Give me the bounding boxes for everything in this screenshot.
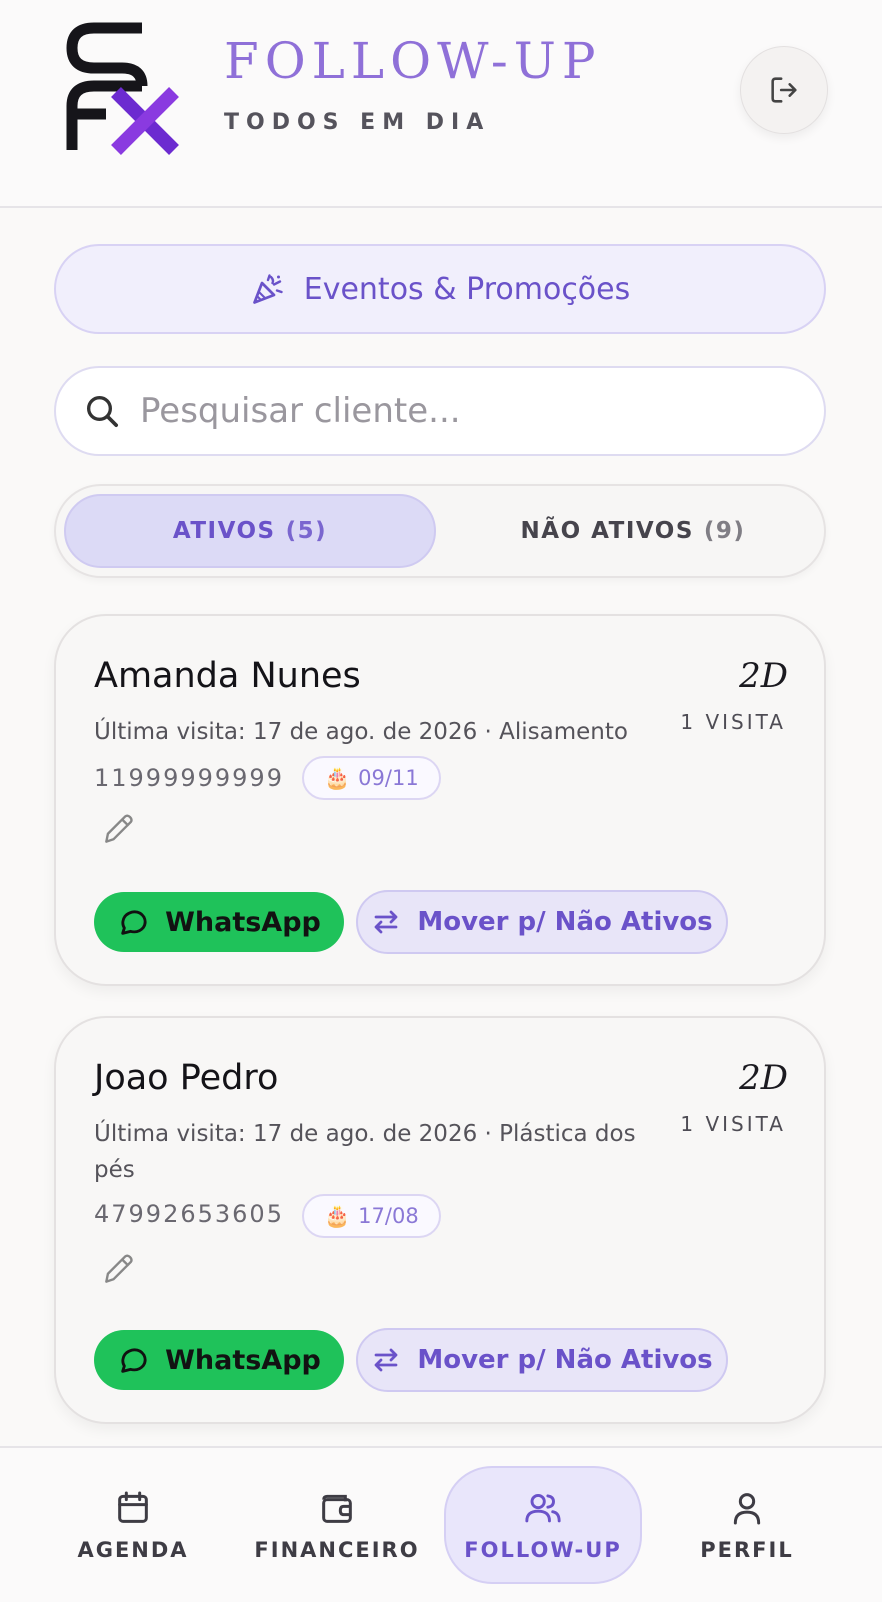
cake-icon: 🎂 bbox=[324, 765, 351, 790]
move-to-inactive-button[interactable]: Mover p/ Não Ativos bbox=[356, 1328, 728, 1392]
client-name: Amanda Nunes bbox=[94, 656, 361, 696]
edit-pencil-icon[interactable] bbox=[100, 810, 138, 848]
whatsapp-label: WhatsApp bbox=[165, 906, 321, 938]
sfx-logo-icon bbox=[66, 22, 179, 155]
move-label: Mover p/ Não Ativos bbox=[417, 907, 713, 937]
client-card: Joao Pedro 2D 1 VISITA Última visita: 17… bbox=[54, 1016, 826, 1424]
tab-nao-ativos-label: NÃO ATIVOS bbox=[520, 518, 694, 544]
birthday-date: 09/11 bbox=[358, 766, 419, 790]
days-since-visit: 2D bbox=[739, 1058, 788, 1098]
logout-button[interactable] bbox=[740, 46, 828, 134]
move-label: Mover p/ Não Ativos bbox=[417, 1345, 713, 1375]
nav-perfil[interactable]: PERFIL bbox=[652, 1466, 842, 1584]
nav-financeiro-label: FINANCEIRO bbox=[254, 1538, 420, 1562]
brand-logo bbox=[66, 22, 186, 156]
whatsapp-button[interactable]: WhatsApp bbox=[94, 1330, 344, 1390]
bottom-navigation: AGENDA FINANCEIRO FOLLOW-UP PERFIL bbox=[0, 1446, 882, 1602]
party-popper-icon bbox=[252, 274, 283, 304]
visit-count: 1 VISITA bbox=[680, 710, 786, 734]
search-input[interactable] bbox=[138, 390, 762, 432]
wallet-icon bbox=[322, 1494, 352, 1523]
cake-icon: 🎂 bbox=[324, 1203, 351, 1228]
whatsapp-icon bbox=[121, 910, 147, 935]
app-title: FOLLOW-UP bbox=[224, 32, 602, 90]
nav-agenda-label: AGENDA bbox=[77, 1538, 189, 1562]
days-since-visit: 2D bbox=[739, 656, 788, 696]
birthday-badge: 🎂 17/08 bbox=[302, 1194, 441, 1238]
client-name: Joao Pedro bbox=[94, 1058, 279, 1098]
user-icon bbox=[733, 1493, 761, 1525]
events-promotions-label: Eventos & Promoções bbox=[303, 271, 631, 307]
nav-perfil-label: PERFIL bbox=[700, 1538, 794, 1562]
swap-arrows-icon bbox=[374, 1348, 398, 1372]
app-subtitle: TODOS EM DIA bbox=[224, 110, 491, 135]
tab-ativos-count: (5) bbox=[285, 518, 328, 544]
visit-count: 1 VISITA bbox=[680, 1112, 786, 1136]
client-phone: 47992653605 bbox=[94, 1200, 284, 1228]
calendar-icon bbox=[118, 1491, 148, 1523]
edit-pencil-icon[interactable] bbox=[100, 1250, 138, 1288]
tab-nao-ativos-count: (9) bbox=[703, 518, 746, 544]
app-header: FOLLOW-UP TODOS EM DIA bbox=[0, 0, 882, 208]
move-to-inactive-button[interactable]: Mover p/ Não Ativos bbox=[356, 890, 728, 954]
search-icon bbox=[87, 396, 118, 427]
last-visit-text: Última visita: 17 de ago. de 2026 · Plás… bbox=[94, 1121, 636, 1183]
whatsapp-icon bbox=[121, 1348, 147, 1373]
tab-nao-ativos[interactable]: NÃO ATIVOS (9) bbox=[448, 494, 818, 568]
tab-ativos[interactable]: ATIVOS (5) bbox=[64, 494, 436, 568]
birthday-badge: 🎂 09/11 bbox=[302, 756, 441, 800]
last-visit-text: Última visita: 17 de ago. de 2026 · Alis… bbox=[94, 719, 628, 745]
nav-follow-up-label: FOLLOW-UP bbox=[464, 1538, 622, 1562]
whatsapp-button[interactable]: WhatsApp bbox=[94, 892, 344, 952]
client-phone: 11999999999 bbox=[94, 764, 284, 792]
swap-arrows-icon bbox=[374, 910, 398, 934]
logout-icon bbox=[771, 77, 797, 103]
birthday-date: 17/08 bbox=[358, 1204, 419, 1228]
nav-financeiro[interactable]: FINANCEIRO bbox=[242, 1466, 432, 1584]
whatsapp-label: WhatsApp bbox=[165, 1344, 321, 1376]
users-icon bbox=[525, 1493, 561, 1523]
search-bar bbox=[54, 366, 826, 456]
nav-agenda[interactable]: AGENDA bbox=[38, 1466, 228, 1584]
status-tabs: ATIVOS (5) NÃO ATIVOS (9) bbox=[54, 484, 826, 578]
nav-follow-up[interactable]: FOLLOW-UP bbox=[444, 1466, 642, 1584]
tab-ativos-label: ATIVOS bbox=[172, 518, 276, 544]
events-promotions-button[interactable]: Eventos & Promoções bbox=[54, 244, 826, 334]
client-card: Amanda Nunes 2D 1 VISITA Última visita: … bbox=[54, 614, 826, 986]
